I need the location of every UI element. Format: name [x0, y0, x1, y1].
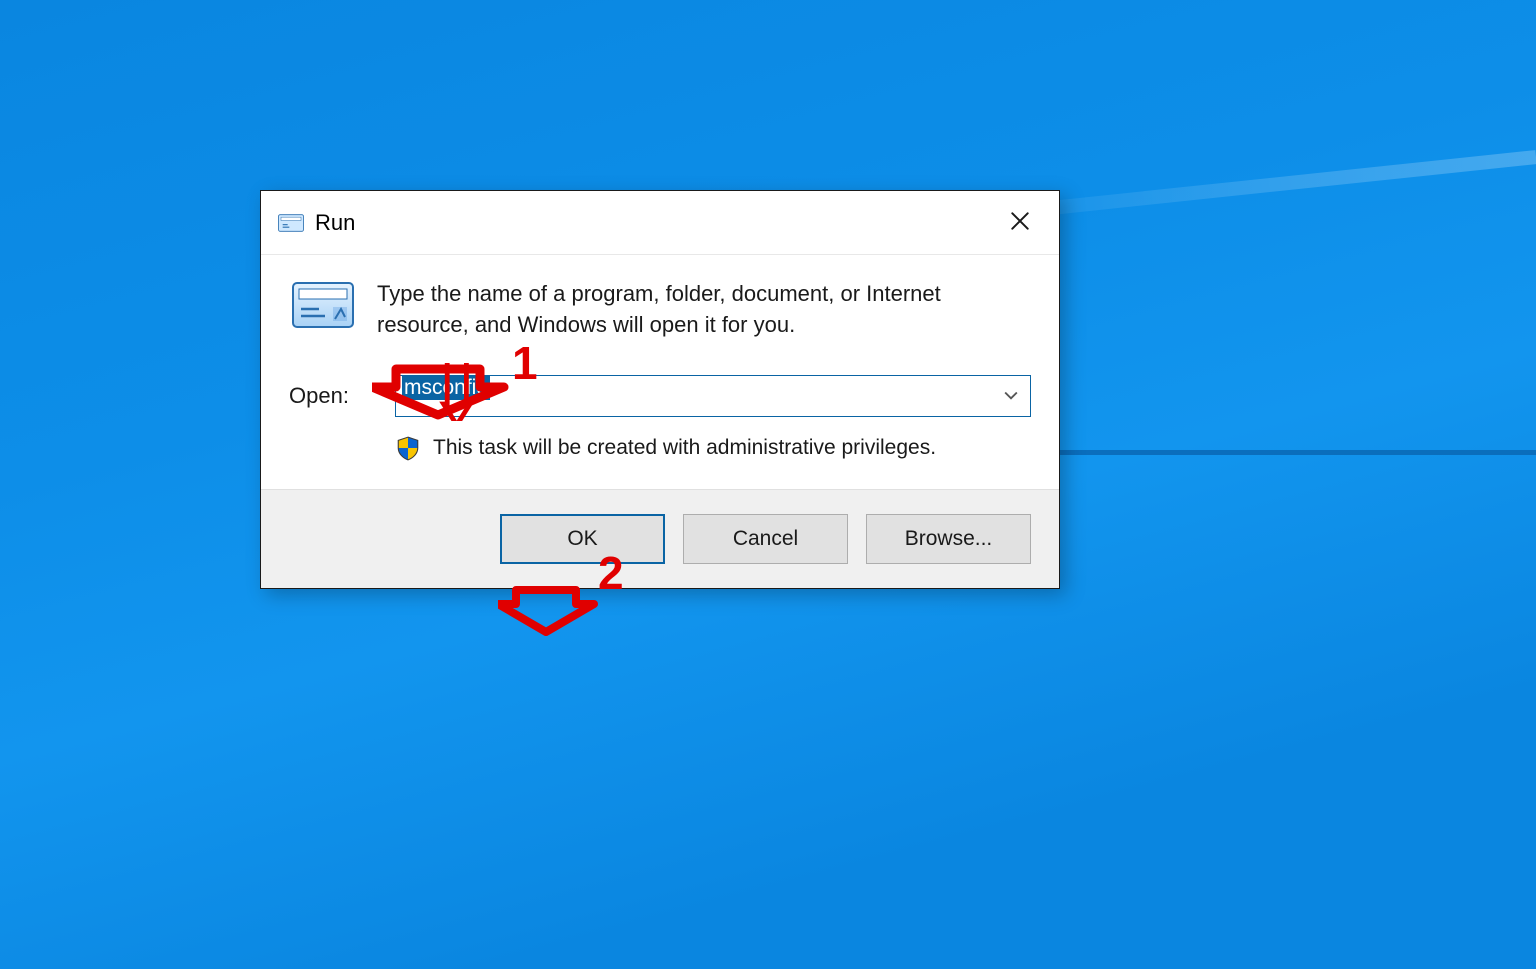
dialog-content: Type the name of a program, folder, docu… [261, 255, 1059, 489]
titlebar[interactable]: Run [261, 191, 1059, 255]
close-icon [1009, 208, 1031, 238]
open-input[interactable]: msconfig [396, 376, 992, 416]
ok-button[interactable]: OK [500, 514, 665, 564]
open-combobox[interactable]: msconfig [395, 375, 1031, 417]
dialog-title: Run [315, 210, 355, 236]
admin-privileges-note: This task will be created with administr… [433, 436, 936, 460]
button-bar: OK Cancel Browse... [261, 489, 1059, 588]
uac-shield-icon [395, 435, 421, 461]
close-button[interactable] [985, 193, 1055, 253]
run-large-icon [289, 279, 357, 331]
chevron-down-icon[interactable] [992, 376, 1030, 416]
cancel-button[interactable]: Cancel [683, 514, 848, 564]
open-label: Open: [289, 383, 373, 409]
run-icon [277, 209, 305, 237]
run-dialog: Run [260, 190, 1060, 589]
open-input-value: msconfig [402, 375, 490, 400]
browse-button[interactable]: Browse... [866, 514, 1031, 564]
dialog-description: Type the name of a program, folder, docu… [377, 279, 1031, 341]
